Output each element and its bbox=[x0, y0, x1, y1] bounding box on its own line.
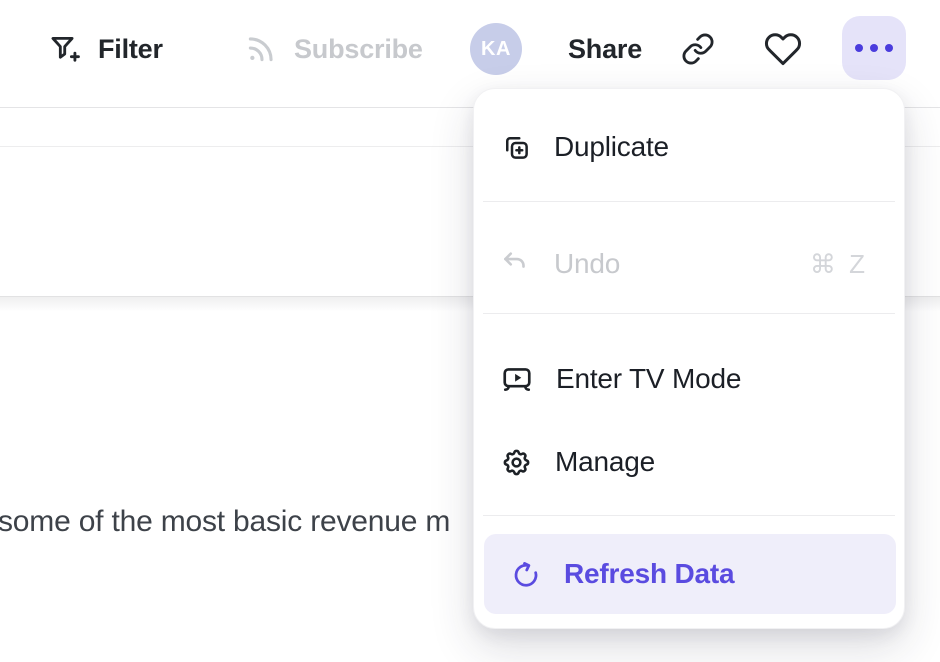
menu-item-label: Enter TV Mode bbox=[556, 363, 741, 395]
menu-item-refresh-data[interactable]: Refresh Data bbox=[484, 534, 896, 614]
page-paragraph: some of the most basic revenue m bbox=[0, 503, 450, 541]
menu-item-duplicate[interactable]: Duplicate bbox=[474, 115, 906, 179]
filter-button[interactable]: Filter bbox=[48, 27, 163, 71]
more-options-menu: Duplicate Undo ⌘ Z bbox=[473, 88, 905, 629]
menu-divider bbox=[483, 313, 895, 314]
duplicate-icon bbox=[501, 132, 531, 162]
favorite-button[interactable] bbox=[760, 26, 806, 72]
link-icon bbox=[681, 32, 715, 66]
app-window: some of the most basic revenue m Filter … bbox=[0, 0, 940, 662]
subscribe-button[interactable]: Subscribe bbox=[244, 27, 423, 71]
ellipsis-icon bbox=[855, 44, 863, 52]
tv-icon bbox=[501, 363, 533, 395]
filter-plus-icon bbox=[48, 32, 82, 66]
rss-icon bbox=[244, 32, 278, 66]
gear-icon bbox=[501, 447, 532, 478]
menu-item-manage[interactable]: Manage bbox=[474, 430, 906, 494]
menu-item-label: Manage bbox=[555, 446, 655, 478]
heart-icon bbox=[764, 30, 802, 68]
refresh-icon bbox=[501, 559, 541, 589]
avatar[interactable]: KA bbox=[470, 23, 522, 75]
menu-item-enter-tv-mode[interactable]: Enter TV Mode bbox=[474, 347, 906, 411]
menu-item-label: Undo bbox=[554, 248, 620, 280]
share-label: Share bbox=[568, 34, 642, 65]
more-options-button[interactable] bbox=[842, 16, 906, 80]
menu-divider bbox=[483, 201, 895, 202]
menu-item-label: Refresh Data bbox=[564, 558, 734, 590]
menu-item-undo: Undo ⌘ Z bbox=[474, 232, 906, 296]
menu-divider bbox=[483, 515, 895, 516]
subscribe-label: Subscribe bbox=[294, 34, 423, 65]
menu-item-label: Duplicate bbox=[554, 131, 669, 163]
keyboard-shortcut: ⌘ Z bbox=[810, 249, 868, 280]
share-button[interactable]: Share bbox=[568, 27, 642, 71]
copy-link-button[interactable] bbox=[676, 27, 720, 71]
filter-label: Filter bbox=[98, 34, 163, 65]
avatar-initials: KA bbox=[481, 38, 511, 61]
undo-icon bbox=[501, 249, 531, 279]
